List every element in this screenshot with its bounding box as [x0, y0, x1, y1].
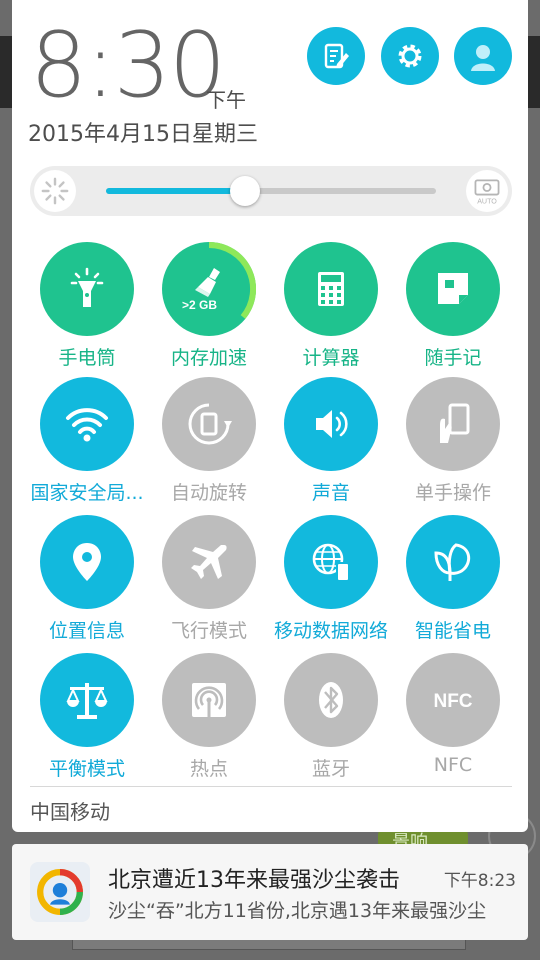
svg-text:NFC: NFC [433, 691, 472, 712]
tile-hotspot[interactable]: 热点 [149, 653, 269, 781]
balance-icon [66, 683, 108, 719]
tile-memory-boost[interactable]: >2 GB 内存加速 [149, 242, 269, 370]
gear-icon [398, 44, 422, 68]
brightness-fill [106, 188, 245, 194]
rotate-icon [188, 403, 232, 445]
panel-divider [30, 786, 512, 787]
clock-ampm: 下午 [206, 88, 246, 112]
tile-hotspot-circle [162, 653, 256, 747]
auto-brightness-icon: AUTO [474, 179, 500, 205]
tile-balance-mode[interactable]: 平衡模式 [27, 653, 147, 781]
brightness-slider[interactable] [106, 176, 436, 206]
tile-memory-label: 内存加速 [170, 347, 247, 369]
tile-nfc-circle: NFC [406, 653, 500, 747]
notification-title: 北京遭近13年来最强沙尘袭击 [108, 868, 400, 893]
svg-text:AUTO: AUTO [477, 197, 497, 205]
tile-memory-circle: >2 GB [162, 242, 256, 336]
tile-sound-label: 声音 [311, 482, 350, 504]
tile-bluetooth-label: 蓝牙 [311, 758, 350, 780]
quick-settings-panel: 8:30 下午 2015年4月15日星期三 AUTO 手电筒 >2 GB 内存加… [12, 0, 528, 832]
notification-body: 沙尘“吞”北方11省份,北京遇13年来最强沙尘 [108, 900, 487, 922]
tile-power-saving[interactable]: 智能省电 [393, 515, 513, 643]
settings-button[interactable] [381, 27, 439, 85]
user-avatar-button[interactable] [454, 27, 512, 85]
tile-balance-label: 平衡模式 [48, 758, 125, 780]
tile-hotspot-label: 热点 [189, 758, 228, 780]
tile-one-hand-label: 单手操作 [414, 482, 491, 504]
tile-mobile-data-label: 移动数据网络 [273, 620, 388, 642]
airplane-icon [191, 545, 227, 579]
tile-calculator[interactable]: 计算器 [271, 242, 391, 370]
note-icon [438, 273, 468, 304]
tile-auto-rotate[interactable]: 自动旋转 [149, 377, 269, 505]
tile-airplane-label: 飞行模式 [170, 620, 247, 642]
tile-nfc[interactable]: NFC NFC [393, 653, 513, 776]
tile-sound[interactable]: 声音 [271, 377, 391, 505]
clock-date: 2015年4月15日星期三 [28, 122, 258, 147]
tile-location[interactable]: 位置信息 [27, 515, 147, 643]
tile-calculator-label: 计算器 [302, 347, 360, 369]
hotspot-icon [192, 683, 226, 717]
tile-wifi[interactable]: 国家安全局... [27, 377, 147, 505]
tile-flashlight-circle [40, 242, 134, 336]
notification-time: 下午8:23 [443, 871, 516, 891]
tile-wifi-circle [40, 377, 134, 471]
edit-icon [324, 43, 349, 69]
tile-one-hand[interactable]: 单手操作 [393, 377, 513, 505]
tile-rotate-label: 自动旋转 [170, 482, 247, 504]
tile-balance-circle [40, 653, 134, 747]
tile-sound-circle [284, 377, 378, 471]
tile-calculator-circle [284, 242, 378, 336]
brightness-icon [34, 170, 76, 212]
clock-time: 8:30 [30, 13, 226, 118]
calculator-icon [318, 272, 344, 306]
tile-nfc-label: NFC [433, 754, 473, 776]
tile-bluetooth[interactable]: 蓝牙 [271, 653, 391, 781]
news-notification[interactable]: 北京遭近13年来最强沙尘袭击 下午8:23 沙尘“吞”北方11省份,北京遇13年… [12, 844, 528, 940]
auto-brightness-button[interactable]: AUTO [466, 170, 508, 212]
tile-flashlight-label: 手电筒 [58, 347, 116, 369]
wifi-icon [66, 408, 108, 442]
tile-mobile-data[interactable]: 移动数据网络 [271, 515, 391, 643]
tile-location-circle [40, 515, 134, 609]
edit-tiles-button[interactable] [307, 27, 365, 85]
news-app-icon [30, 862, 90, 922]
tile-quick-note[interactable]: 随手记 [393, 242, 513, 370]
tile-rotate-circle [162, 377, 256, 471]
tile-one-hand-circle [406, 377, 500, 471]
one-hand-icon [440, 403, 470, 443]
tile-note-circle [406, 242, 500, 336]
bluetooth-icon [319, 682, 343, 718]
tile-note-label: 随手记 [424, 347, 482, 369]
tile-airplane[interactable]: 飞行模式 [149, 515, 269, 643]
tile-power-saving-label: 智能省电 [414, 620, 491, 642]
location-icon [73, 543, 101, 581]
memory-badge: >2 GB [182, 298, 218, 312]
leaf-icon [434, 543, 471, 581]
avatar-icon [471, 45, 495, 71]
tile-bluetooth-circle [284, 653, 378, 747]
tile-wifi-label: 国家安全局... [30, 482, 144, 504]
brightness-thumb[interactable] [229, 176, 260, 206]
tile-power-saving-circle [406, 515, 500, 609]
nfc-icon: NFC [433, 691, 472, 712]
tile-flashlight[interactable]: 手电筒 [27, 242, 147, 370]
carrier-name: 中国移动 [30, 800, 110, 824]
mobile-data-icon [312, 543, 350, 582]
tile-location-label: 位置信息 [48, 620, 125, 642]
tile-airplane-circle [162, 515, 256, 609]
flashlight-icon [70, 267, 104, 307]
sound-icon [316, 410, 348, 438]
brightness-control: AUTO [30, 166, 512, 216]
tile-mobile-data-circle [284, 515, 378, 609]
